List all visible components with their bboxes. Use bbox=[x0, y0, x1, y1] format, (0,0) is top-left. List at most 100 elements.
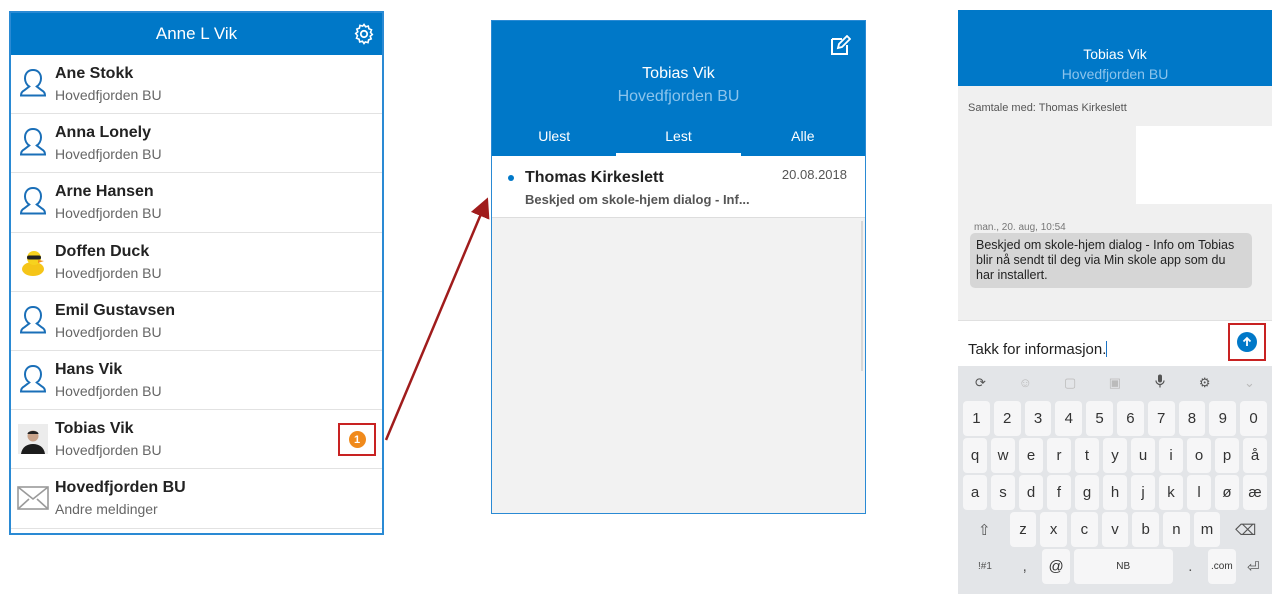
person-photo bbox=[11, 410, 55, 468]
scrollbar[interactable] bbox=[861, 221, 863, 371]
microphone-icon[interactable] bbox=[1145, 374, 1175, 391]
keyboard: ⟳ ☺ ▢ ▣ ⚙ ⌄ 1 2 3 4 5 6 7 8 9 0 q w e r bbox=[958, 366, 1272, 594]
key[interactable]: t bbox=[1075, 438, 1099, 473]
at-key[interactable]: @ bbox=[1042, 549, 1070, 584]
key[interactable]: g bbox=[1075, 475, 1099, 510]
key[interactable]: 4 bbox=[1055, 401, 1083, 436]
key[interactable]: å bbox=[1243, 438, 1267, 473]
key[interactable]: l bbox=[1187, 475, 1211, 510]
contact-sub: Hovedfjorden BU bbox=[55, 323, 162, 340]
key[interactable]: s bbox=[991, 475, 1015, 510]
key[interactable]: 8 bbox=[1178, 401, 1206, 436]
key[interactable]: 7 bbox=[1147, 401, 1175, 436]
envelope-icon bbox=[11, 469, 55, 527]
key[interactable]: 5 bbox=[1086, 401, 1113, 436]
compose-icon[interactable] bbox=[829, 35, 851, 57]
key[interactable]: u bbox=[1131, 438, 1155, 473]
message-sender: Thomas Kirkeslett bbox=[525, 169, 664, 186]
message-bubble: Beskjed om skole-hjem dialog - Info om T… bbox=[970, 233, 1252, 288]
shift-key[interactable]: ⇧ bbox=[963, 512, 1006, 547]
unread-badge[interactable]: 1 bbox=[348, 431, 366, 449]
emoji-icon[interactable]: ☺ bbox=[1010, 375, 1040, 390]
tab-lest[interactable]: Lest bbox=[616, 125, 741, 156]
key[interactable]: o bbox=[1187, 438, 1211, 473]
key[interactable]: q bbox=[963, 438, 987, 473]
message-timestamp: man., 20. aug, 10:54 bbox=[974, 222, 1066, 233]
key[interactable]: m bbox=[1193, 512, 1221, 547]
key[interactable]: j bbox=[1131, 475, 1155, 510]
sticker-icon[interactable]: ▢ bbox=[1055, 375, 1085, 391]
chat-subtitle: Hovedfjorden BU bbox=[1061, 66, 1169, 82]
key[interactable]: v bbox=[1101, 512, 1129, 547]
send-button[interactable] bbox=[1237, 332, 1257, 352]
key[interactable]: d bbox=[1019, 475, 1043, 510]
message-preview: Beskjed om skole-hjem dialog - Inf... bbox=[525, 192, 750, 207]
dot-key[interactable]: . bbox=[1176, 549, 1205, 584]
contact-sub: Andre meldinger bbox=[55, 501, 158, 518]
contact-row-hans-vik[interactable]: Hans Vik Hovedfjorden BU bbox=[11, 351, 382, 411]
key[interactable]: h bbox=[1103, 475, 1127, 510]
inbox-panel: Tobias Vik Hovedfjorden BU Ulest Lest Al… bbox=[491, 20, 866, 514]
inbox-tabs: Ulest Lest Alle bbox=[492, 125, 865, 156]
key[interactable]: 9 bbox=[1209, 401, 1237, 436]
contact-row-doffen-duck[interactable]: Doffen Duck Hovedfjorden BU bbox=[11, 233, 382, 292]
key[interactable]: k bbox=[1159, 475, 1183, 510]
key[interactable]: z bbox=[1009, 512, 1037, 547]
key[interactable]: c bbox=[1071, 512, 1098, 547]
key[interactable]: ø bbox=[1215, 475, 1239, 510]
tab-alle[interactable]: Alle bbox=[741, 125, 865, 156]
gear-icon[interactable] bbox=[352, 22, 376, 46]
key[interactable]: æ bbox=[1243, 475, 1267, 510]
key[interactable]: 3 bbox=[1024, 401, 1052, 436]
key[interactable]: i bbox=[1159, 438, 1183, 473]
contact-name: Arne Hansen bbox=[55, 183, 154, 201]
contact-name: Hans Vik bbox=[55, 361, 123, 379]
key[interactable]: r bbox=[1047, 438, 1071, 473]
comma-key[interactable]: , bbox=[1010, 549, 1039, 584]
key[interactable]: w bbox=[991, 438, 1015, 473]
message-row[interactable]: Thomas Kirkeslett 20.08.2018 Beskjed om … bbox=[492, 156, 865, 218]
symbols-key[interactable]: !#1 bbox=[963, 549, 1007, 584]
key[interactable]: a bbox=[963, 475, 987, 510]
keyboard-row-3: ⇧ z x c v b n m ⌫ bbox=[958, 512, 1272, 547]
key[interactable]: x bbox=[1040, 512, 1068, 547]
contact-row-emil-gustavsen[interactable]: Emil Gustavsen Hovedfjorden BU bbox=[11, 292, 382, 351]
contacts-panel: Anne L Vik Ane Stokk Hovedfjorden BU Ann… bbox=[9, 11, 384, 535]
key[interactable]: 0 bbox=[1240, 401, 1267, 436]
duck-photo bbox=[11, 233, 55, 291]
key[interactable]: e bbox=[1019, 438, 1043, 473]
contact-row-anna-lonely[interactable]: Anna Lonely Hovedfjorden BU bbox=[11, 114, 382, 174]
contact-sub: Hovedfjorden BU bbox=[55, 442, 162, 459]
unread-dot bbox=[508, 175, 514, 181]
contact-name: Emil Gustavsen bbox=[55, 301, 176, 319]
contact-row-hovedfjorden-bu[interactable]: Hovedfjorden BU Andre meldinger bbox=[11, 469, 382, 529]
settings-icon[interactable]: ⚙ bbox=[1190, 375, 1220, 391]
keyboard-toolbar: ⟳ ☺ ▢ ▣ ⚙ ⌄ bbox=[958, 366, 1272, 399]
dotcom-key[interactable]: .com bbox=[1208, 549, 1236, 584]
key[interactable]: y bbox=[1103, 438, 1127, 473]
gif-icon[interactable]: ▣ bbox=[1100, 375, 1130, 391]
tab-ulest[interactable]: Ulest bbox=[492, 125, 616, 156]
key[interactable]: p bbox=[1215, 438, 1239, 473]
backspace-key[interactable]: ⌫ bbox=[1224, 512, 1268, 547]
enter-key[interactable]: ⏎ bbox=[1239, 549, 1268, 584]
keyboard-number-row: 1 2 3 4 5 6 7 8 9 0 bbox=[958, 401, 1272, 436]
text-caret bbox=[1106, 341, 1108, 357]
contact-row-tobias-vik[interactable]: Tobias Vik Hovedfjorden BU 1 bbox=[11, 410, 382, 470]
key[interactable]: 6 bbox=[1116, 401, 1144, 436]
key[interactable]: 2 bbox=[993, 401, 1021, 436]
key[interactable]: 1 bbox=[963, 401, 990, 436]
key[interactable]: n bbox=[1163, 512, 1190, 547]
key[interactable]: f bbox=[1047, 475, 1071, 510]
translate-icon[interactable]: ⟳ bbox=[965, 375, 995, 391]
contacts-header: Anne L Vik bbox=[11, 13, 382, 55]
contact-row-arne-hansen[interactable]: Arne Hansen Hovedfjorden BU bbox=[11, 173, 382, 233]
inbox-subtitle: Hovedfjorden BU bbox=[617, 88, 740, 105]
person-outline-icon bbox=[11, 114, 55, 172]
key[interactable]: b bbox=[1132, 512, 1160, 547]
blank-area bbox=[1136, 126, 1272, 204]
chevron-down-icon[interactable]: ⌄ bbox=[1234, 375, 1264, 391]
contact-row-ane-stokk[interactable]: Ane Stokk Hovedfjorden BU bbox=[11, 55, 382, 115]
space-key[interactable]: NB bbox=[1073, 549, 1173, 584]
reply-input[interactable]: Takk for informasjon. bbox=[968, 341, 1108, 358]
